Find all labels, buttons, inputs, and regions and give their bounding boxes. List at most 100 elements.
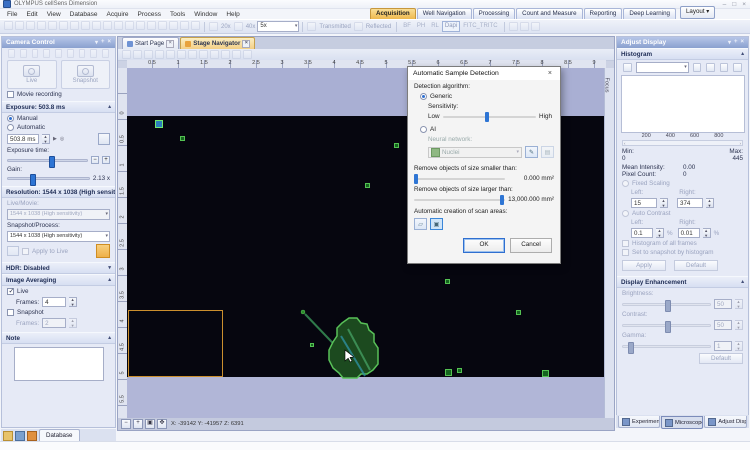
channel-button-ph[interactable]: PH [414,21,428,32]
hdr-section-header[interactable]: HDR: Disabled▾ [2,262,115,274]
channel-button-rl[interactable]: RL [428,21,442,32]
image-averaging-header[interactable]: Image Averaging▴ [2,274,115,286]
auto-left-spinner[interactable]: ▲▼ [656,228,664,238]
live-movie-combo[interactable]: 1544 x 1038 (High sensitivity) [7,209,110,220]
stage-marker[interactable] [516,310,521,315]
sensitivity-slider[interactable] [443,116,536,118]
brightness-input[interactable]: 50 [714,299,732,309]
warning-button[interactable] [96,244,110,258]
menu-item-tools[interactable]: Tools [166,11,189,18]
snapshot-frames-input[interactable]: 2 [42,318,66,328]
zoom-out-button[interactable]: − [121,419,131,429]
close-icon[interactable]: × [740,39,744,46]
stage-toolbar-icon[interactable] [221,50,230,59]
apply-button[interactable]: Apply [622,260,666,271]
live-button[interactable]: Live [7,60,57,89]
display-enhancement-header[interactable]: Display Enhancement▴ [617,276,748,288]
stage-marker[interactable] [394,143,399,148]
fixed-left-spinner[interactable]: ▲▼ [660,198,668,208]
decrease-button[interactable]: − [91,156,99,164]
exposure-input[interactable]: 503.8 ms [7,134,39,144]
toolbar-icon[interactable] [191,21,200,30]
toolbar-icon[interactable] [26,21,35,30]
camera-toolbar-icon[interactable] [55,49,62,58]
save-icon[interactable] [720,63,729,72]
toolbar-icon[interactable] [147,21,156,30]
toolbar-icon[interactable] [59,21,68,30]
workspace-icon[interactable] [15,431,25,441]
toolbar-icon[interactable] [158,21,167,30]
scan-area-individual-icon[interactable]: ▱ [414,218,427,230]
live-frames-input[interactable]: 4 [42,297,66,307]
auto-right-input[interactable]: 0.01 [678,228,700,238]
automatic-radio[interactable] [7,124,14,131]
stage-toolbar-icon[interactable] [188,50,197,59]
focus-strip[interactable]: Focus [604,68,614,420]
dialog-close-icon[interactable]: × [545,70,555,77]
chevron-down-icon[interactable]: ▾ [728,39,731,46]
toolbar-icon[interactable] [531,22,540,31]
illumination-transmitted[interactable]: Transmitted [319,24,350,30]
toolbar-icon[interactable] [81,21,90,30]
exposure-time-slider[interactable] [7,159,88,162]
neural-network-combo[interactable]: Nuclei [428,147,522,158]
gain-slider[interactable] [7,177,90,180]
brightness-spinner[interactable]: ▲▼ [735,299,743,309]
channel-button-dapi[interactable]: Dapi [442,21,460,32]
contrast-spinner[interactable]: ▲▼ [735,320,743,330]
fixed-scaling-radio[interactable] [622,180,629,187]
save-network-icon[interactable]: ▤ [541,146,554,158]
ribbon-tab-count-and-measure[interactable]: Count and Measure [516,8,582,19]
ribbon-tab-well-navigation[interactable]: Well Navigation [417,8,472,19]
stage-toolbar-icon[interactable] [133,50,142,59]
note-section-header[interactable]: Note▴ [2,332,115,344]
toolbar-icon[interactable] [125,21,134,30]
stage-toolbar-icon[interactable] [166,50,175,59]
menu-item-view[interactable]: View [43,11,65,18]
toolbar-icon[interactable] [15,21,24,30]
auto-contrast-radio[interactable] [622,210,629,217]
pan-button[interactable]: ✥ [157,419,167,429]
dock-tab-microscope-[interactable]: Microscope ... [661,416,703,429]
stage-marker[interactable] [445,369,452,376]
channel-combo[interactable] [636,62,689,73]
snapshot-frames-spinner[interactable]: ▲▼ [69,318,77,328]
toolbar-icon[interactable] [92,21,101,30]
fixed-right-spinner[interactable]: ▲▼ [706,198,714,208]
close-tab-icon[interactable]: × [242,40,250,48]
pin-icon[interactable]: + [101,39,105,46]
menu-item-help[interactable]: Help [222,11,243,18]
toolbar-icon[interactable] [169,21,178,30]
play-icon[interactable]: ▶ [53,136,57,142]
zoom-fit-button[interactable]: ▣ [145,419,155,429]
target-icon[interactable]: ◎ [60,136,64,142]
close-tab-icon[interactable]: × [166,40,174,48]
histogram-section-header[interactable]: Histogram▴ [617,48,748,60]
menu-item-window[interactable]: Window [190,11,221,18]
manual-radio[interactable] [7,115,14,122]
camera-toolbar-icon[interactable] [32,49,39,58]
zoom-icon[interactable] [623,63,632,72]
database-icon[interactable] [27,431,37,441]
toolbar-icon[interactable] [4,21,13,30]
toolbar-icon[interactable] [136,21,145,30]
histogram-all-frames-checkbox[interactable] [622,240,629,247]
objective-icon[interactable] [209,22,218,31]
objective-combo[interactable]: 5x [257,21,299,32]
toolbar-icon[interactable] [70,21,79,30]
gamma-input[interactable]: 1 [714,341,732,351]
apply-to-live-checkbox[interactable] [22,248,29,255]
fixed-left-input[interactable]: 15 [631,198,657,208]
cancel-button[interactable]: Cancel [510,238,552,253]
pin-icon[interactable]: + [734,39,738,46]
toolbar-icon[interactable] [103,21,112,30]
toolbar-icon[interactable] [520,22,529,31]
resolution-section-header[interactable]: Resolution: 1544 x 1038 (High sensitivit… [2,186,115,198]
exposure-section-header[interactable]: Exposure: 503.8 ms▴ [2,101,115,113]
mag-button-40x[interactable]: 40x [246,24,256,30]
stage-toolbar-icon[interactable] [122,50,131,59]
remove-larger-slider[interactable] [414,199,505,201]
linear-curve-icon[interactable] [706,63,715,72]
remove-smaller-slider[interactable] [414,178,505,180]
lamp-icon[interactable] [307,22,316,31]
